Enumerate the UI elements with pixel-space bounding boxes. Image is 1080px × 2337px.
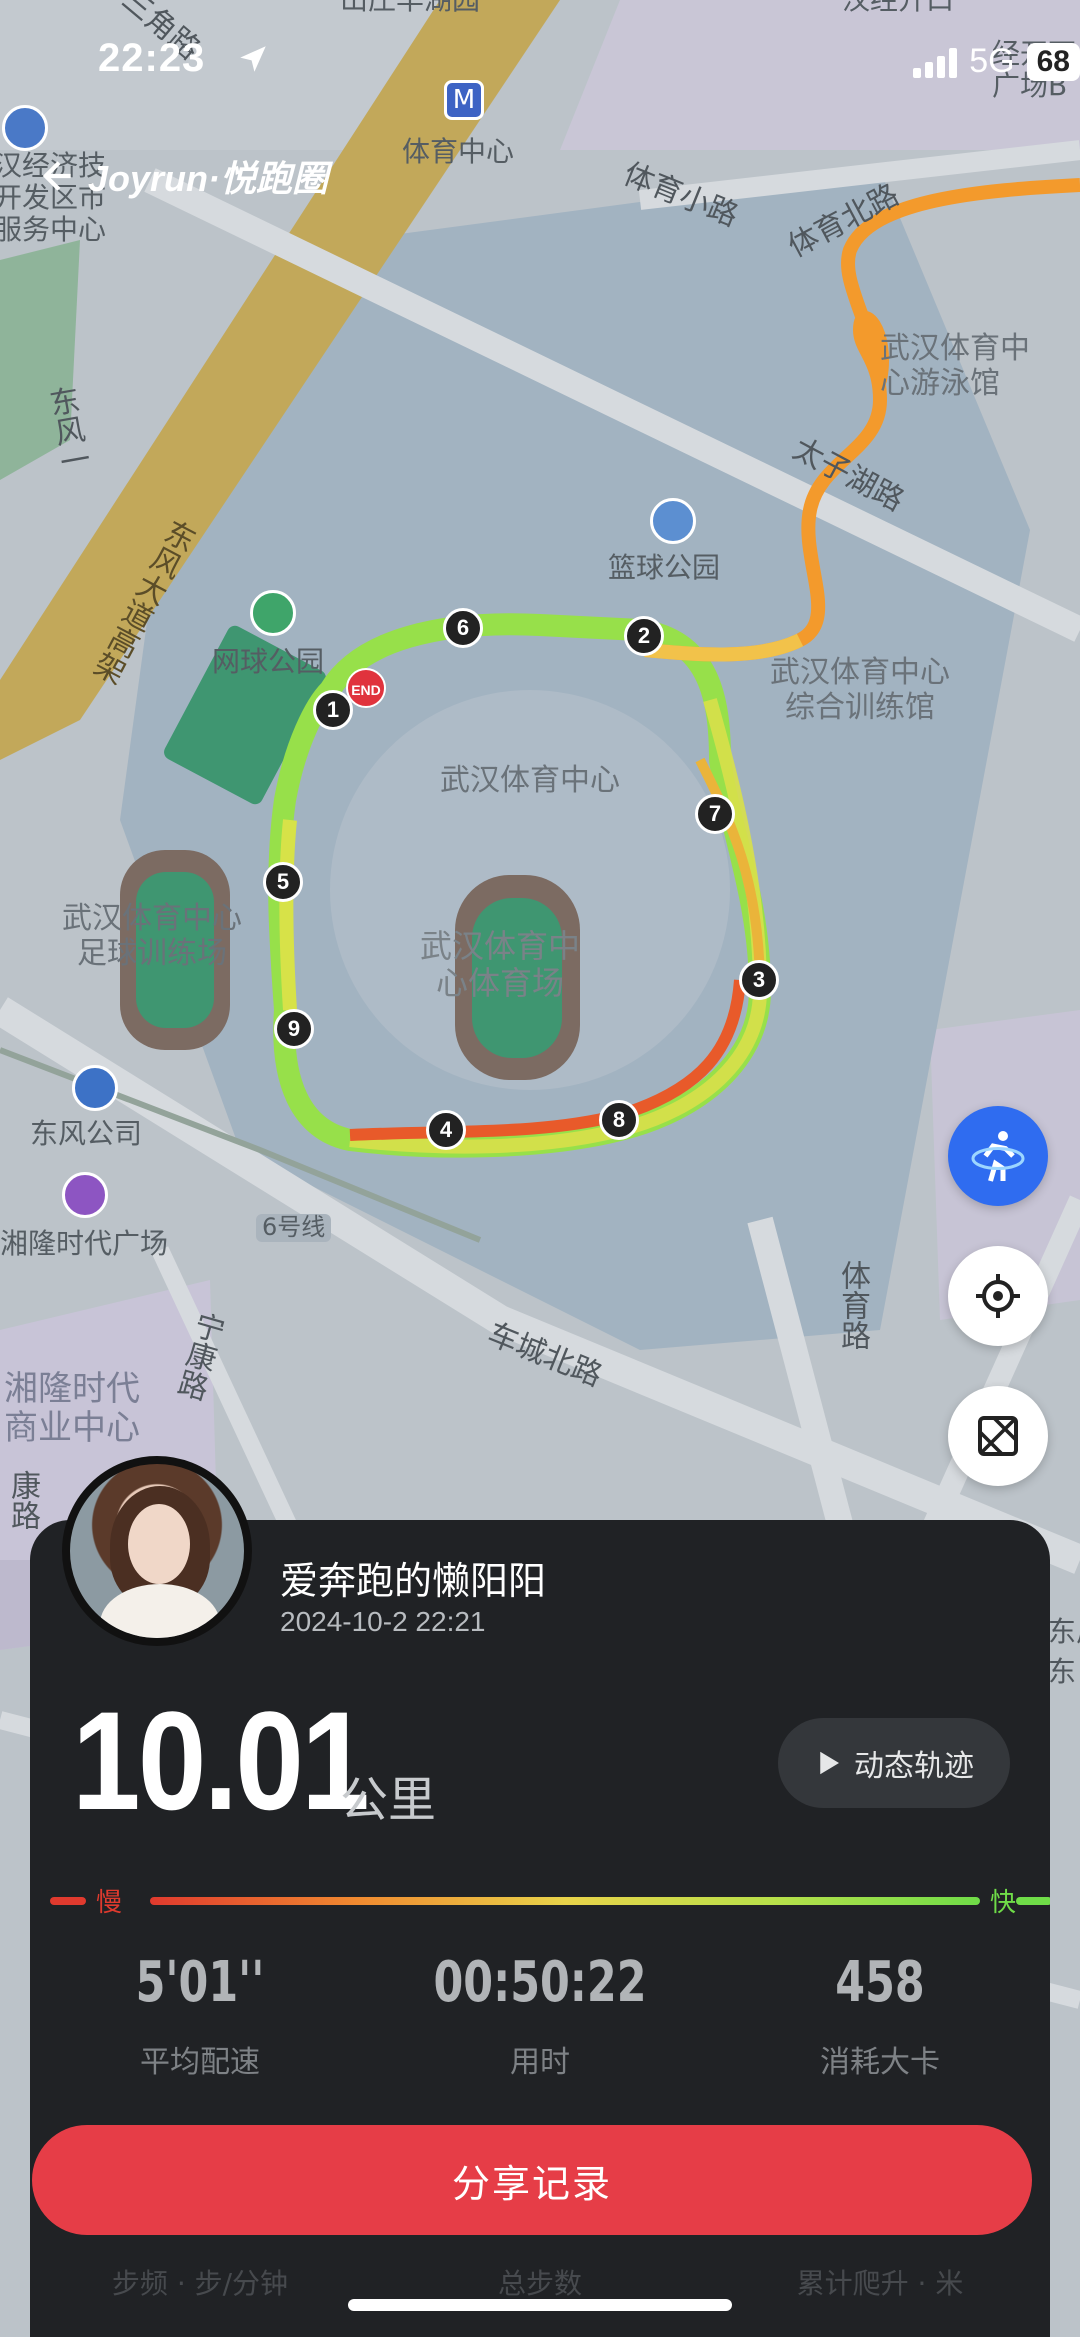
tennis-icon[interactable] <box>250 590 296 636</box>
km-marker[interactable]: 9 <box>274 1009 314 1049</box>
stat-pace: 5'01'' 平均配速 <box>30 1950 370 2081</box>
km-marker[interactable]: 4 <box>426 1110 466 1150</box>
basketball-icon[interactable] <box>650 498 696 544</box>
secondary-stat-label: 累计爬升 · 米 <box>796 2267 964 2300</box>
km-marker[interactable]: 6 <box>443 608 483 648</box>
road-label: 康路 <box>5 1470 40 1530</box>
stat-value: 00:50:22 <box>433 1950 647 2015</box>
km-marker[interactable]: 5 <box>263 862 303 902</box>
map-layer-icon <box>978 1416 1018 1456</box>
map-label: 6号线 <box>256 1213 332 1242</box>
network-type: 5G <box>969 42 1015 80</box>
status-bar: 22:23 5G 68 <box>0 36 1080 96</box>
avatar[interactable] <box>62 1456 252 1646</box>
battery-indicator: 68 <box>1026 42 1080 81</box>
stat-duration: 00:50:22 用时 <box>370 1950 710 2081</box>
secondary-stat-label: 步频 · 步/分钟 <box>111 2267 289 2300</box>
speed-fast-label: 快 <box>990 1888 1017 1918</box>
distance-unit: 公里 <box>340 1772 437 1828</box>
play-icon <box>820 1751 839 1775</box>
header: Joyrun·悦跑圈 <box>34 150 328 202</box>
stat-calories: 458 消耗大卡 <box>710 1950 1050 2081</box>
speed-fast-swatch <box>1016 1897 1050 1905</box>
run-datetime: 2024-10-2 22:21 <box>280 1606 486 1637</box>
replay-track-button[interactable]: 动态轨迹 <box>778 1718 1010 1808</box>
locate-button[interactable] <box>948 1246 1048 1346</box>
share-record-button[interactable]: 分享记录 <box>32 2125 1032 2235</box>
runner-mode-button[interactable] <box>948 1106 1048 1206</box>
km-marker[interactable]: 8 <box>599 1100 639 1140</box>
distance-value: 10.01 <box>72 1682 370 1839</box>
home-indicator[interactable] <box>348 2299 732 2311</box>
km-marker[interactable]: 7 <box>695 794 735 834</box>
map-label: 东风公司 <box>30 1117 143 1150</box>
map-label: 武汉体育中 心体育场 <box>420 927 581 1002</box>
location-arrow-icon <box>236 42 270 80</box>
runner-icon <box>971 1131 1025 1182</box>
map-label: 篮球公园 <box>608 551 721 584</box>
stat-label: 用时 <box>510 2045 570 2080</box>
map-label: 武汉体育中 心游泳馆 <box>880 331 1030 401</box>
avatar-shirt <box>100 1584 220 1638</box>
replay-track-label: 动态轨迹 <box>854 1749 974 1784</box>
map-label: 网球公园 <box>212 645 325 678</box>
map-label: 武汉体育中心 <box>440 763 620 798</box>
transit-icon[interactable] <box>72 1065 118 1111</box>
status-indicators: 5G 68 <box>913 42 1080 81</box>
km-marker[interactable]: 3 <box>739 960 779 1000</box>
back-arrow-icon[interactable] <box>34 156 74 196</box>
map-label: 体育中心 <box>402 135 515 168</box>
map-label: 汉经开口 <box>842 0 954 16</box>
road-label: 体育路 <box>835 1260 870 1350</box>
end-marker[interactable]: END <box>346 668 386 708</box>
speed-gradient <box>150 1897 980 1905</box>
stat-value: 458 <box>835 1950 925 2015</box>
km-marker[interactable]: 2 <box>624 616 664 656</box>
map-label: 湘隆时代 商业中心 <box>4 1369 140 1449</box>
avatar-face <box>128 1504 190 1584</box>
brand-logo: Joyrun·悦跑圈 <box>88 158 329 199</box>
speed-slow-swatch <box>50 1897 86 1905</box>
stat-label: 消耗大卡 <box>820 2045 940 2080</box>
map-label: 湘隆时代广场 <box>0 1227 169 1260</box>
stat-value: 5'01'' <box>135 1950 265 2015</box>
user-name: 爱奔跑的懒阳阳 <box>280 1559 547 1603</box>
map-style-button[interactable] <box>948 1386 1048 1486</box>
map-label: 武汉体育中心 足球训练场 <box>62 901 242 971</box>
speed-slow-label: 慢 <box>96 1888 123 1918</box>
secondary-stat-label: 总步数 <box>497 2267 582 2300</box>
shopping-icon[interactable] <box>62 1172 108 1218</box>
stats-row: 5'01'' 平均配速 00:50:22 用时 458 消耗大卡 <box>30 1950 1050 2081</box>
signal-icon <box>913 46 958 78</box>
speed-legend: 慢 快 <box>50 1882 1050 1918</box>
map-label: 山庄华湖园 <box>340 0 480 16</box>
crosshair-icon <box>976 1274 1020 1318</box>
stat-label: 平均配速 <box>140 2045 260 2080</box>
road-label: 东风 东 <box>1048 1615 1080 1688</box>
map-label: 武汉体育中心 综合训练馆 <box>770 655 950 725</box>
status-time: 22:23 <box>98 36 206 80</box>
location-pin-icon[interactable] <box>2 105 48 151</box>
secondary-stats-row: 步频 · 步/分钟 总步数 累计爬升 · 米 <box>30 2262 1050 2302</box>
